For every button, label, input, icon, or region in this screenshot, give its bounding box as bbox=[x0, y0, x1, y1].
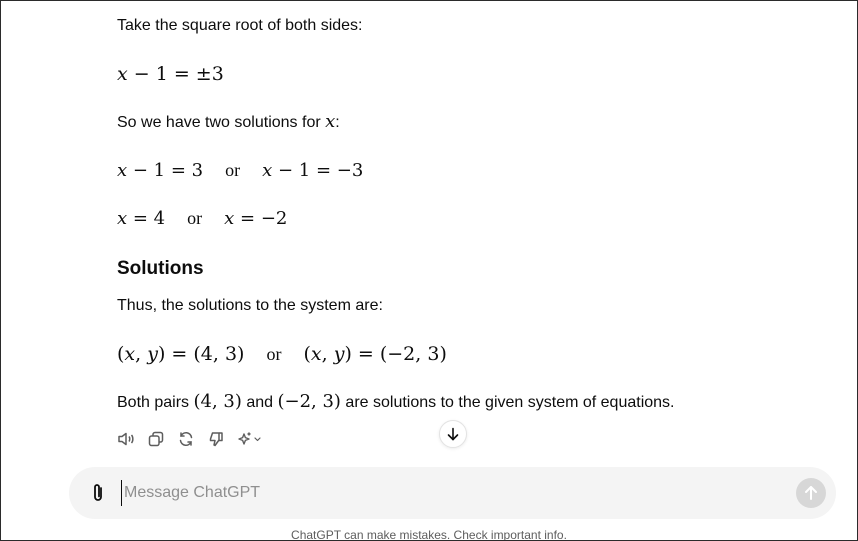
message-actions bbox=[115, 429, 265, 449]
math-var: y bbox=[147, 343, 158, 365]
math-var: x bbox=[124, 343, 136, 365]
math-var: x bbox=[117, 160, 128, 181]
chat-window: Take the square root of both sides: x − … bbox=[0, 0, 858, 541]
math-part: ) = (−2, 3) bbox=[344, 343, 447, 365]
inline-var: x bbox=[325, 111, 336, 132]
text-part: Both pairs bbox=[117, 394, 194, 411]
copy-icon[interactable] bbox=[145, 429, 167, 449]
attach-file-button[interactable] bbox=[87, 481, 109, 505]
equation-sqrt: x − 1 = ±3 bbox=[117, 62, 224, 86]
arrow-down-icon bbox=[447, 427, 459, 441]
send-button[interactable] bbox=[796, 478, 826, 508]
math-part: ( bbox=[303, 343, 311, 365]
thus-text: Thus, the solutions to the system are: bbox=[117, 297, 383, 314]
text-part: are solutions to the given system of equ… bbox=[340, 394, 675, 411]
read-aloud-icon[interactable] bbox=[115, 429, 137, 449]
math-var: x bbox=[310, 343, 322, 365]
text-part: So we have two solutions for bbox=[117, 114, 326, 131]
scroll-to-bottom-button[interactable] bbox=[439, 420, 467, 448]
math-rest: − 1 = ±3 bbox=[127, 63, 224, 85]
math-var: x bbox=[117, 208, 128, 229]
math-or: or bbox=[266, 344, 282, 364]
disclaimer-text: ChatGPT can make mistakes. Check importa… bbox=[291, 528, 567, 541]
math-rest: − 1 = 3 bbox=[127, 160, 204, 181]
model-switch-icon[interactable] bbox=[235, 429, 265, 449]
message-composer bbox=[69, 467, 836, 519]
message-input[interactable] bbox=[121, 480, 784, 506]
math-part: , bbox=[321, 343, 334, 365]
thumbs-down-icon[interactable] bbox=[205, 429, 227, 449]
inline-math: (−2, 3) bbox=[277, 391, 341, 412]
two-solutions-text: So we have two solutions for x: bbox=[117, 111, 340, 134]
text-part: and bbox=[241, 394, 278, 411]
step-text: Take the square root of both sides: bbox=[117, 17, 363, 34]
solutions-heading: Solutions bbox=[117, 258, 204, 279]
regenerate-icon[interactable] bbox=[175, 429, 197, 449]
math-rest: = −2 bbox=[234, 208, 288, 229]
math-rest: = 4 bbox=[127, 208, 166, 229]
math-rest: − 1 = −3 bbox=[272, 160, 364, 181]
text-part: : bbox=[335, 114, 340, 131]
math-var: x bbox=[224, 208, 235, 229]
math-var: x bbox=[262, 160, 273, 181]
equation-cases: x − 1 = 3 or x − 1 = −3 bbox=[117, 158, 363, 183]
arrow-up-icon bbox=[805, 486, 817, 500]
paperclip-icon bbox=[94, 484, 102, 501]
equation-values: x = 4 or x = −2 bbox=[117, 206, 287, 231]
math-part: ) = (4, 3) bbox=[157, 343, 245, 365]
math-var: x bbox=[117, 63, 128, 85]
inline-math: (4, 3) bbox=[193, 391, 242, 412]
both-pairs-text: Both pairs (4, 3) and (−2, 3) are soluti… bbox=[117, 391, 675, 414]
math-part: , bbox=[135, 343, 148, 365]
math-var: y bbox=[333, 343, 345, 365]
math-or: or bbox=[187, 208, 203, 228]
math-or: or bbox=[225, 160, 241, 180]
equation-solutions: (x, y) = (4, 3) or (x, y) = (−2, 3) bbox=[117, 342, 447, 366]
